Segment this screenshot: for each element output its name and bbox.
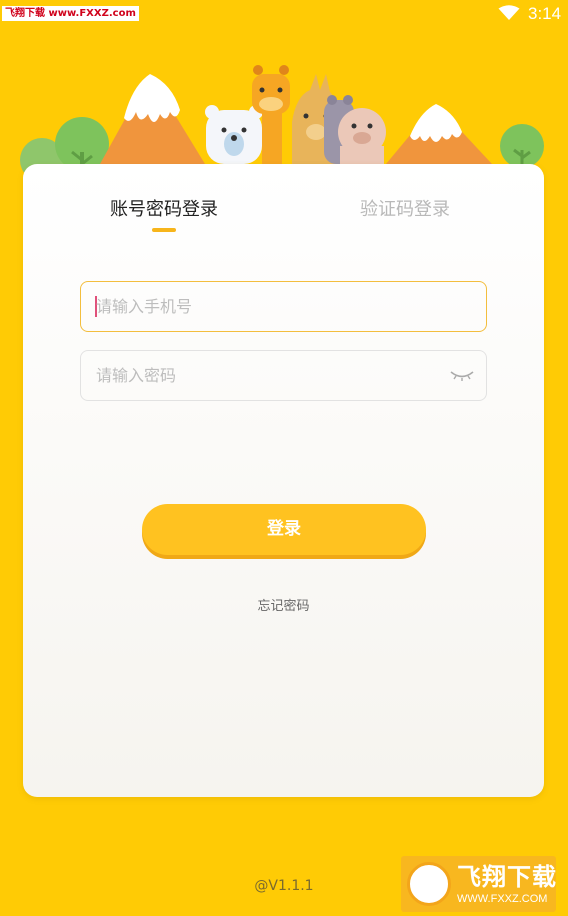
animals-illustration <box>20 65 544 180</box>
watermark-logo-icon <box>407 862 451 906</box>
phone-input-placeholder: 请输入手机号 <box>96 297 193 316</box>
eye-closed-icon[interactable] <box>449 367 475 383</box>
forgot-password-link[interactable]: 忘记密码 <box>23 598 544 616</box>
phone-input[interactable]: 请输入手机号 <box>80 281 487 332</box>
status-bar: 飞翔下载 www.FXXZ.com 3:14 <box>0 0 568 30</box>
watermark-bottom: 飞翔下载 WWW.FXXZ.COM <box>401 856 556 912</box>
watermark-top: 飞翔下载 www.FXXZ.com <box>2 6 139 21</box>
status-time: 3:14 <box>528 4 562 23</box>
tab-verification-code-login[interactable]: 验证码登录 <box>360 198 450 222</box>
login-button[interactable]: 登录 <box>142 504 426 555</box>
password-input[interactable]: 请输入密码 <box>80 350 487 401</box>
tab-account-password-login[interactable]: 账号密码登录 <box>110 198 218 222</box>
wifi-icon <box>498 5 520 20</box>
login-card: 账号密码登录 验证码登录 请输入手机号 请输入密码 登录 忘记密码 <box>23 164 544 797</box>
watermark-url: WWW.FXXZ.COM <box>457 893 548 905</box>
password-input-placeholder: 请输入密码 <box>96 366 177 385</box>
watermark-brand: 飞翔下载 <box>457 863 556 891</box>
active-tab-indicator <box>152 228 176 232</box>
